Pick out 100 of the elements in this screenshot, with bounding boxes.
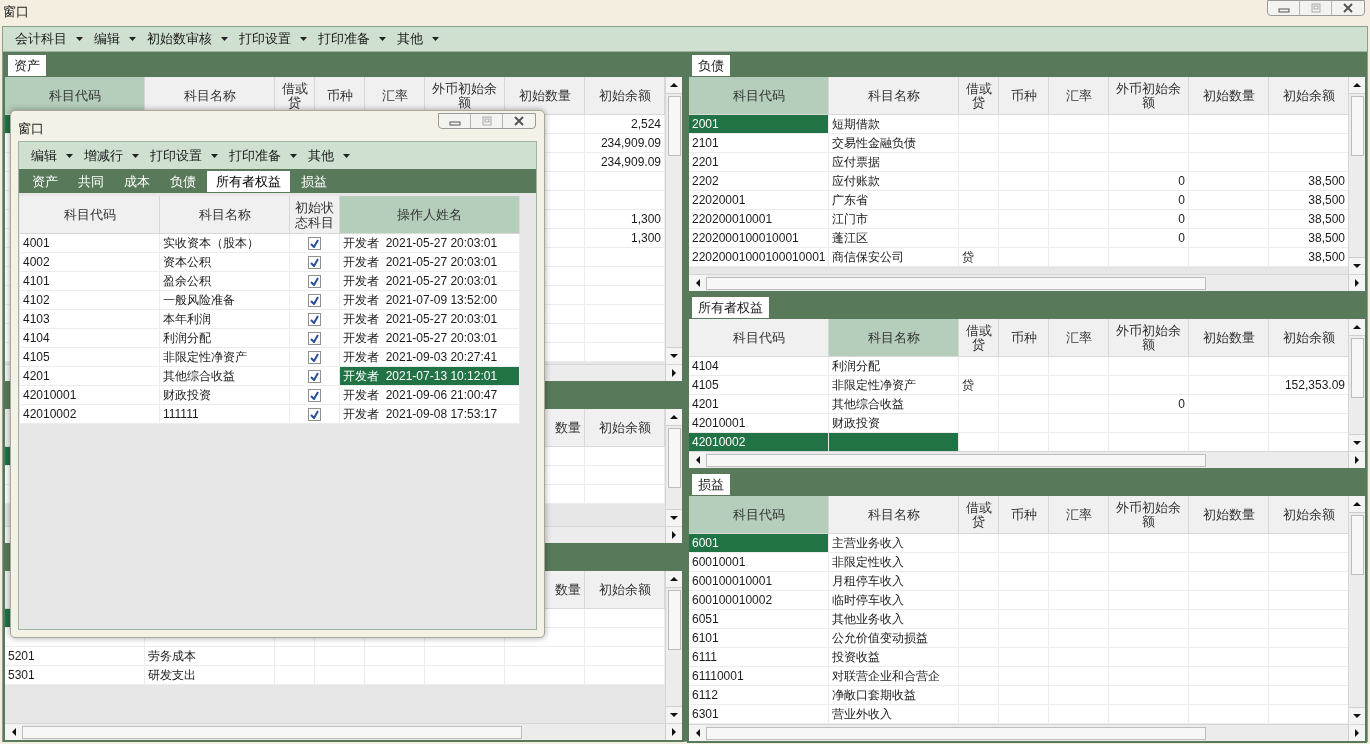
horizontal-scrollbar[interactable] (689, 274, 1365, 291)
horizontal-scrollbar[interactable] (5, 723, 682, 740)
menu-button[interactable]: 其他 (304, 144, 354, 167)
menu-button[interactable]: 打印准备 (225, 144, 301, 167)
scroll-right-arrow-icon[interactable] (670, 727, 678, 737)
scroll-right-arrow-icon[interactable] (670, 368, 678, 378)
column-header[interactable]: 外币初始余额 (1109, 77, 1189, 115)
scroll-right-arrow-icon[interactable] (670, 530, 678, 540)
vertical-scrollbar[interactable] (665, 77, 682, 364)
scroll-down-arrow-icon[interactable] (669, 711, 679, 719)
checkbox[interactable] (308, 236, 321, 250)
column-header[interactable]: 借或贷 (959, 319, 999, 357)
column-header[interactable]: 初始余额 (1269, 77, 1348, 115)
menu-button[interactable]: 其他 (393, 28, 443, 50)
scroll-up-arrow-icon[interactable] (1352, 323, 1362, 331)
tab[interactable]: 资产 (23, 171, 67, 192)
scroll-up-arrow-icon[interactable] (669, 81, 679, 89)
column-header[interactable]: 初始数量 (1189, 319, 1269, 357)
column-header[interactable]: 科目名称 (829, 319, 959, 357)
panel-tab[interactable]: 所有者权益 (692, 297, 769, 318)
scrollbar-thumb[interactable] (667, 590, 681, 650)
column-header[interactable]: 科目代码 (689, 496, 829, 534)
scroll-right-arrow-icon[interactable] (1353, 455, 1361, 465)
menu-button[interactable]: 增减行 (80, 144, 143, 167)
column-header[interactable]: 币种 (999, 319, 1049, 357)
column-header[interactable]: 初始余额 (585, 571, 665, 609)
column-header[interactable]: 科目代码 (689, 319, 829, 357)
menu-button[interactable]: 会计科目 (11, 28, 87, 50)
scroll-right-arrow-icon[interactable] (1353, 728, 1361, 738)
menu-button[interactable]: 编辑 (90, 28, 140, 50)
vertical-scrollbar[interactable] (1348, 319, 1365, 451)
scroll-up-arrow-icon[interactable] (669, 413, 679, 421)
column-header[interactable]: 科目名称 (829, 77, 959, 115)
column-header[interactable]: 科目代码 (5, 77, 145, 115)
menu-button[interactable]: 打印设置 (146, 144, 222, 167)
scroll-down-arrow-icon[interactable] (669, 514, 679, 522)
column-header[interactable]: 科目代码 (20, 196, 160, 234)
panel-tab[interactable]: 资产 (8, 55, 46, 76)
vertical-scrollbar[interactable] (1348, 77, 1365, 274)
column-header[interactable]: 初始余额 (585, 409, 665, 447)
menu-button[interactable]: 打印设置 (235, 28, 311, 50)
horizontal-scrollbar[interactable] (689, 451, 1365, 468)
tab[interactable]: 所有者权益 (207, 171, 290, 192)
column-header[interactable]: 币种 (999, 496, 1049, 534)
scrollbar-thumb[interactable] (667, 96, 681, 156)
scroll-down-arrow-icon[interactable] (1352, 262, 1362, 270)
tab[interactable]: 共同 (69, 171, 113, 192)
checkbox[interactable] (308, 255, 321, 269)
scrollbar-thumb[interactable] (706, 276, 1206, 290)
checkbox[interactable] (308, 388, 321, 402)
scroll-right-arrow-icon[interactable] (1353, 278, 1361, 288)
scroll-down-arrow-icon[interactable] (1352, 439, 1362, 447)
column-header[interactable]: 借或贷 (959, 496, 999, 534)
panel-tab[interactable]: 损益 (692, 474, 730, 495)
menu-button[interactable]: 编辑 (27, 144, 77, 167)
scrollbar-thumb[interactable] (1350, 338, 1364, 398)
tab[interactable]: 负债 (161, 171, 205, 192)
checkbox[interactable] (308, 293, 321, 307)
column-header[interactable]: 科目名称 (829, 496, 959, 534)
vertical-scrollbar[interactable] (665, 571, 682, 723)
scrollbar-thumb[interactable] (667, 428, 681, 488)
column-header[interactable]: 初始数量 (1189, 77, 1269, 115)
column-header[interactable]: 操作人姓名 (340, 196, 520, 234)
column-header[interactable]: 初始余额 (1269, 319, 1348, 357)
scroll-down-arrow-icon[interactable] (1352, 712, 1362, 720)
scrollbar-thumb[interactable] (22, 725, 522, 739)
checkbox[interactable] (308, 274, 321, 288)
checkbox[interactable] (308, 369, 321, 383)
vertical-scrollbar[interactable] (1348, 496, 1365, 724)
column-header[interactable]: 初始余额 (1269, 496, 1348, 534)
scrollbar-thumb[interactable] (1350, 515, 1364, 575)
column-header[interactable]: 初始余额 (585, 77, 665, 115)
column-header[interactable]: 初始数量 (505, 77, 585, 115)
tab[interactable]: 成本 (115, 171, 159, 192)
horizontal-scrollbar[interactable] (689, 724, 1365, 741)
column-header[interactable]: 汇率 (1049, 319, 1109, 357)
menu-button[interactable]: 打印准备 (314, 28, 390, 50)
column-header[interactable]: 汇率 (1049, 77, 1109, 115)
column-header[interactable]: 币种 (999, 77, 1049, 115)
panel-tab[interactable]: 负债 (692, 55, 730, 76)
column-header[interactable]: 初始状态科目 (290, 196, 340, 234)
menu-button[interactable]: 初始数审核 (143, 28, 232, 50)
checkbox[interactable] (308, 331, 321, 345)
scroll-up-arrow-icon[interactable] (669, 575, 679, 583)
column-header[interactable]: 外币初始余额 (1109, 496, 1189, 534)
column-header[interactable]: 科目名称 (160, 196, 290, 234)
scroll-up-arrow-icon[interactable] (1352, 500, 1362, 508)
column-header[interactable]: 初始数量 (1189, 496, 1269, 534)
column-header[interactable]: 借或贷 (959, 77, 999, 115)
checkbox[interactable] (308, 312, 321, 326)
column-header[interactable]: 外币初始余额 (1109, 319, 1189, 357)
scroll-down-arrow-icon[interactable] (669, 352, 679, 360)
scrollbar-thumb[interactable] (706, 453, 1206, 467)
tab[interactable]: 损益 (292, 171, 336, 192)
checkbox[interactable] (308, 350, 321, 364)
scrollbar-thumb[interactable] (1350, 96, 1364, 156)
checkbox[interactable] (308, 407, 321, 421)
scrollbar-thumb[interactable] (706, 726, 1206, 740)
column-header[interactable]: 科目代码 (689, 77, 829, 115)
vertical-scrollbar[interactable] (665, 409, 682, 526)
